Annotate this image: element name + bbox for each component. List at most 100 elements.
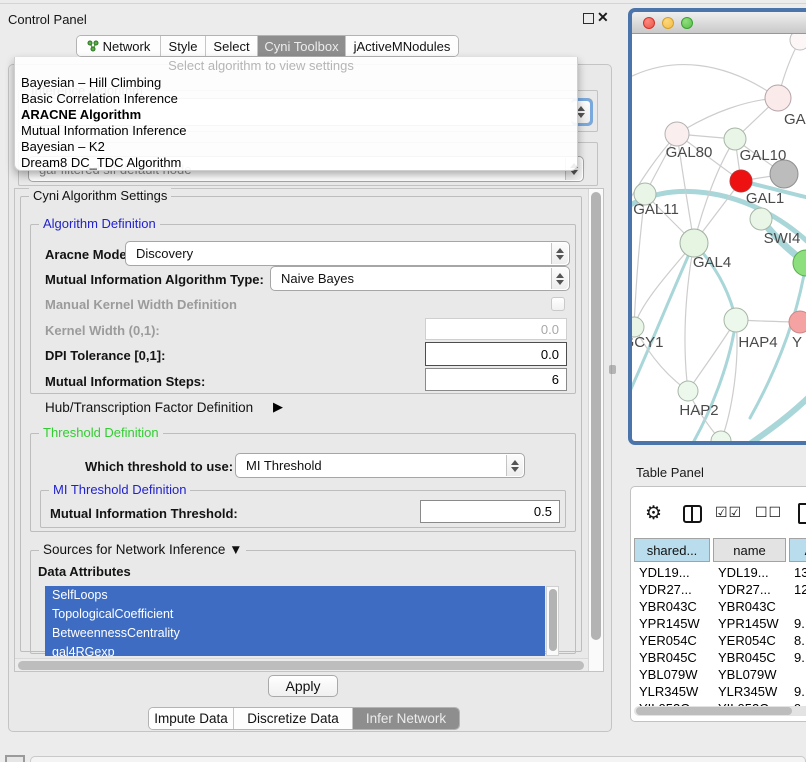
network-node-y[interactable] <box>789 311 806 333</box>
column-header-a[interactable]: A <box>789 538 806 562</box>
algorithm-dropdown-placeholder: Select algorithm to view settings <box>15 57 507 75</box>
vertical-scrollbar[interactable] <box>588 189 603 671</box>
vertical-scrollbar-thumb[interactable] <box>591 192 601 640</box>
aracne-mode-combo[interactable]: Discovery <box>125 241 570 266</box>
control-panel-title: Control Panel <box>8 12 87 27</box>
network-node[interactable] <box>790 34 806 50</box>
tab-infer-network[interactable]: Infer Network <box>353 708 459 729</box>
network-edge[interactable] <box>721 320 737 441</box>
combo-stepper-icon[interactable] <box>551 243 568 264</box>
table-row[interactable]: YPR145WYPR145W9. <box>634 615 806 632</box>
column-header-shared-[interactable]: shared... <box>634 538 710 562</box>
attribute-item-selfloops[interactable]: SelfLoops <box>45 586 545 605</box>
tab-discretize-data[interactable]: Discretize Data <box>234 708 353 729</box>
network-node-gal1[interactable] <box>730 170 752 192</box>
table-row[interactable]: YBR043CYBR043C <box>634 598 806 615</box>
node-label-gal4: GAL4 <box>693 254 731 271</box>
table-cell: YDR27... <box>713 582 786 597</box>
tab-style[interactable]: Style <box>161 36 206 56</box>
attributes-scrollbar-thumb[interactable] <box>549 589 557 651</box>
network-node-hap4[interactable] <box>724 308 748 332</box>
algorithm-option-aracne-algorithm[interactable]: ARACNE Algorithm <box>15 107 577 123</box>
combo-stepper-icon[interactable] <box>506 455 523 476</box>
tab-jactivemnodules[interactable]: jActiveMNodules <box>346 36 458 56</box>
split-columns-icon[interactable] <box>683 505 702 523</box>
table-toolbar: ⚙ ☑☑ ☐☐ <box>631 501 806 529</box>
table-panel: ⚙ ☑☑ ☐☐ shared...nameA YDL19...YDL19...1… <box>630 486 806 722</box>
table-row[interactable]: YDR27...YDR27...12 <box>634 581 806 598</box>
deselect-all-checkboxes-icon[interactable]: ☐☐ <box>755 504 782 521</box>
table-cell: YBL079W <box>634 667 710 682</box>
network-edge[interactable] <box>677 98 778 134</box>
table-hscroll-thumb[interactable] <box>636 707 792 715</box>
algorithm-option-basic-correlation-inference[interactable]: Basic Correlation Inference <box>15 91 577 107</box>
network-node-swi4[interactable] <box>750 208 772 230</box>
table-row[interactable]: YER054CYER054C8. <box>634 632 806 649</box>
document-icon[interactable] <box>798 503 806 524</box>
algorithm-option-bayesian-k2[interactable]: Bayesian – K2 <box>15 139 577 155</box>
select-all-checkboxes-icon[interactable]: ☑☑ <box>715 504 742 521</box>
table-cell: YBR045C <box>713 650 786 665</box>
algorithm-dropdown-popup: Select algorithm to view settings Bayesi… <box>14 57 578 171</box>
table-horizontal-scrollbar[interactable] <box>634 706 806 716</box>
which-threshold-combo[interactable]: MI Threshold <box>235 453 525 478</box>
table-row[interactable]: YDL19...YDL19...13 <box>634 564 806 581</box>
mi-steps-field[interactable]: 6 <box>425 368 567 391</box>
dpi-tolerance-field[interactable]: 0.0 <box>425 342 567 366</box>
tab-cyni-toolbox[interactable]: Cyni Toolbox <box>258 36 346 56</box>
horizontal-scrollbar-thumb[interactable] <box>18 661 584 670</box>
table-cell: YPR145W <box>713 616 786 631</box>
manual-kernel-width-checkbox[interactable] <box>551 297 565 311</box>
kernel-width-field[interactable]: 0.0 <box>425 318 567 340</box>
network-node-gal80[interactable] <box>665 122 689 146</box>
network-edge-highlighted[interactable] <box>744 392 806 445</box>
network-node[interactable] <box>770 160 798 188</box>
table-row[interactable]: YBL079WYBL079W <box>634 666 806 683</box>
float-panel-icon[interactable] <box>583 13 594 24</box>
close-window-icon[interactable] <box>643 17 655 29</box>
column-header-name[interactable]: name <box>713 538 786 562</box>
network-canvas[interactable]: GALGAL80GAL10GAL1GAL11SWI4GAL4GCY1HAP4YH… <box>632 34 806 445</box>
control-panel-tabbar: NetworkStyleSelectCyni ToolboxjActiveMNo… <box>76 35 459 57</box>
node-label-gal: GAL <box>784 111 806 128</box>
attribute-item-betweennesscentrality[interactable]: BetweennessCentrality <box>45 624 545 643</box>
attribute-item-topologicalcoefficient[interactable]: TopologicalCoefficient <box>45 605 545 624</box>
network-edge[interactable] <box>632 65 778 98</box>
attributes-scrollbar[interactable] <box>546 586 559 656</box>
algorithm-option-mutual-information-inference[interactable]: Mutual Information Inference <box>15 123 577 139</box>
mi-threshold-value: 0.5 <box>534 504 552 519</box>
panel-splitter-handle[interactable] <box>609 365 616 374</box>
table-cell: YBL079W <box>713 667 786 682</box>
mi-threshold-definition-title: MI Threshold Definition <box>49 482 190 497</box>
zoom-window-icon[interactable] <box>681 17 693 29</box>
dpi-tolerance-label: DPI Tolerance [0,1]: <box>45 348 165 363</box>
combo-stepper-icon[interactable] <box>551 268 568 289</box>
network-node-gal[interactable] <box>765 85 791 111</box>
data-attributes-label: Data Attributes <box>38 564 131 579</box>
mi-algorithm-type-combo[interactable]: Naive Bayes <box>270 266 570 291</box>
table-cell: YDL19... <box>713 565 786 580</box>
tab-network[interactable]: Network <box>77 36 161 56</box>
network-node-hap2[interactable] <box>678 381 698 401</box>
close-panel-icon[interactable]: ✕ <box>597 9 609 26</box>
algorithm-option-bayesian-hill-climbing[interactable]: Bayesian – Hill Climbing <box>15 75 577 91</box>
mi-threshold-field[interactable]: 0.5 <box>420 500 560 523</box>
algorithm-definition-title: Algorithm Definition <box>39 216 160 231</box>
hub-expand-arrow-icon[interactable]: ▶ <box>273 399 283 415</box>
attribute-item-gal4rgexp[interactable]: gal4RGexp <box>45 643 545 656</box>
collapse-arrow-icon[interactable]: ▼ <box>229 542 242 557</box>
network-edge-highlighted[interactable] <box>690 320 736 445</box>
tab-select[interactable]: Select <box>206 36 258 56</box>
tab-impute-data[interactable]: Impute Data <box>149 708 234 729</box>
gear-icon[interactable]: ⚙ <box>645 502 662 525</box>
minimize-window-icon[interactable] <box>662 17 674 29</box>
table-row[interactable]: YBR045CYBR045C9. <box>634 649 806 666</box>
minimized-panel-icon[interactable] <box>5 755 25 762</box>
apply-button[interactable]: Apply <box>268 675 338 697</box>
table-row[interactable]: YLR345WYLR345W9. <box>634 683 806 700</box>
network-graph[interactable]: GALGAL80GAL10GAL1GAL11SWI4GAL4GCY1HAP4YH… <box>632 34 806 445</box>
network-window-titlebar[interactable] <box>632 12 806 34</box>
network-node-gal4[interactable] <box>680 229 708 257</box>
horizontal-scrollbar[interactable] <box>15 658 588 671</box>
algorithm-option-dream8-dc-tdc-algorithm[interactable]: Dream8 DC_TDC Algorithm <box>15 155 577 171</box>
